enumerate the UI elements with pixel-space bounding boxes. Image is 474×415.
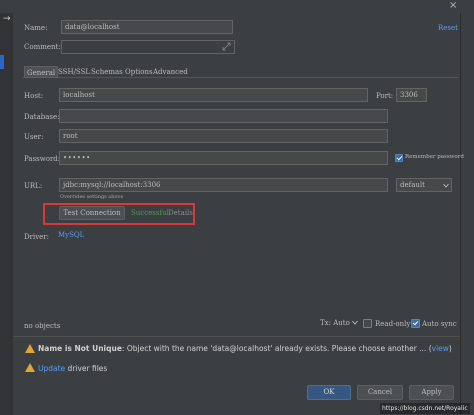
overrides-note: Overrides settings above	[60, 194, 124, 200]
tab-schemas[interactable]: Schemas	[89, 66, 125, 78]
warning-message: Name is Not Unique: Object with the name…	[38, 344, 458, 353]
auto-sync-checkbox[interactable]	[411, 319, 420, 328]
comment-label: Comment:	[24, 43, 61, 51]
close-icon[interactable]: ×	[449, 0, 457, 11]
warning-title: Name is Not Unique	[38, 344, 122, 353]
apply-button[interactable]: Apply	[409, 385, 454, 400]
user-label: User:	[24, 133, 44, 141]
tab-advanced[interactable]: Advanced	[151, 66, 190, 78]
tx-mode-label: Tx: Auto	[320, 319, 350, 327]
apply-label: Apply	[421, 388, 442, 396]
auto-sync-label: Auto sync	[422, 320, 457, 328]
left-strip-marker	[0, 55, 4, 69]
database-field[interactable]	[59, 109, 388, 123]
database-label: Database:	[24, 113, 60, 121]
host-label: Host:	[24, 92, 44, 100]
update-link[interactable]: Update	[38, 364, 65, 373]
warning-text: : Object with the name 'data@localhost' …	[121, 344, 427, 353]
remember-password-label: Remember password	[405, 154, 464, 160]
warning-icon	[25, 363, 35, 372]
user-field[interactable]: root	[59, 129, 388, 143]
cancel-label: Cancel	[367, 388, 393, 396]
comment-field[interactable]	[61, 40, 235, 54]
warning-icon	[25, 344, 35, 353]
update-message: Update driver files	[38, 364, 107, 373]
name-label: Name:	[24, 24, 48, 32]
right-tool-strip	[460, 13, 474, 415]
url-mode-value: default	[400, 181, 425, 189]
left-tool-strip	[0, 13, 14, 415]
tab-options[interactable]: Options	[123, 66, 155, 78]
password-field[interactable]: ••••••	[59, 151, 388, 165]
ok-label: OK	[323, 388, 335, 396]
driver-link[interactable]: MySQL	[58, 231, 84, 239]
url-field[interactable]: jdbc:mysql://localhost:3306	[59, 178, 388, 192]
read-only-label: Read-only	[375, 320, 411, 328]
driver-label: Driver:	[24, 233, 49, 241]
arrow-right-icon[interactable]: →	[3, 14, 11, 24]
test-connection-button[interactable]: Test Connection	[59, 206, 125, 220]
expand-icon[interactable]	[222, 42, 231, 51]
read-only-checkbox[interactable]	[363, 319, 372, 328]
remember-password-checkbox[interactable]	[395, 154, 403, 162]
test-connection-label: Test Connection	[63, 209, 121, 217]
reset-link[interactable]: Reset	[438, 24, 458, 32]
view-link[interactable]: view	[432, 344, 449, 353]
cancel-button[interactable]: Cancel	[357, 385, 403, 400]
host-field[interactable]: localhost	[59, 88, 368, 102]
chevron-down-icon	[352, 319, 358, 327]
details-link[interactable]: Details	[168, 209, 193, 217]
password-label: Password:	[24, 155, 61, 163]
port-label: Port:	[376, 92, 394, 100]
warning-paren-close: )	[448, 344, 452, 353]
name-field[interactable]: data@localhost	[61, 20, 233, 34]
port-field[interactable]: 3306	[396, 88, 427, 102]
test-status: Successful	[131, 209, 169, 217]
tab-general[interactable]: General	[24, 66, 59, 78]
tx-mode-dropdown[interactable]: Tx: Auto	[320, 319, 358, 327]
url-label: URL:	[24, 182, 43, 190]
divider	[13, 336, 460, 337]
title-bar	[0, 0, 474, 13]
update-text: driver files	[65, 364, 108, 373]
ok-button[interactable]: OK	[307, 385, 351, 400]
tab-ssh-ssl[interactable]: SSH/SSL	[56, 66, 92, 78]
chevron-down-icon	[443, 182, 449, 190]
watermark: https://blog.csdn.net/Royalic	[380, 403, 470, 414]
objects-count: no objects	[24, 322, 61, 330]
